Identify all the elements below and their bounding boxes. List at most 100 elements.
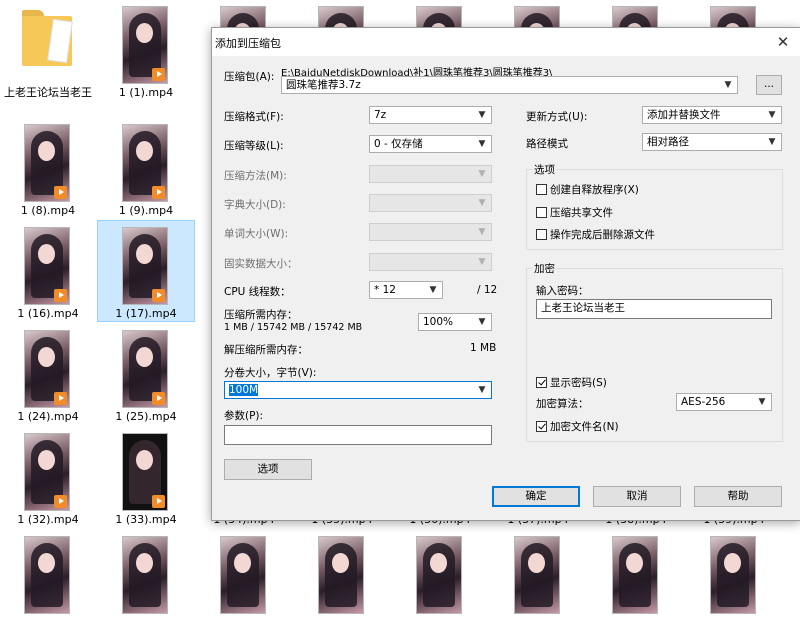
file-item[interactable]	[98, 530, 194, 630]
chevron-down-icon[interactable]: ▼	[722, 77, 734, 93]
chevron-down-icon: ▼	[478, 110, 486, 120]
solid-label: 固实数据大小：	[224, 258, 298, 270]
checkbox-box-checked[interactable]	[536, 421, 547, 432]
chevron-down-icon: ▼	[478, 169, 486, 179]
chevron-down-icon: ▼	[478, 139, 486, 149]
chevron-down-icon[interactable]: ▼	[476, 382, 488, 398]
video-thumbnail	[416, 536, 462, 614]
archive-name-value: 圆珠笔推荐3.7z	[286, 79, 361, 91]
file-item[interactable]: 1 (1).mp4	[98, 0, 194, 100]
pathmode-select[interactable]: 相对路径 ▼	[642, 133, 782, 151]
word-select: ▼	[369, 223, 492, 241]
folder-item[interactable]: 上老王论坛当老王	[0, 0, 96, 100]
checkbox-box[interactable]	[536, 207, 547, 218]
video-thumbnail	[122, 330, 168, 408]
update-label: 更新方式(U):	[526, 111, 588, 123]
level-select[interactable]: 0 - 仅存储 ▼	[369, 135, 492, 153]
format-label: 压缩格式(F):	[224, 111, 284, 123]
file-name: 1 (16).mp4	[17, 307, 79, 320]
chevron-down-icon: ▼	[768, 110, 776, 120]
file-item[interactable]: 1 (33).mp4	[98, 427, 194, 527]
video-thumbnail	[24, 433, 70, 511]
mem-percent-value: 100%	[423, 316, 454, 328]
file-name: 上老王论坛当老王	[4, 86, 92, 99]
ok-button[interactable]: 确定	[492, 486, 580, 507]
method-label: 压缩方法(M):	[224, 170, 287, 182]
update-select[interactable]: 添加并替换文件 ▼	[642, 106, 782, 124]
file-item[interactable]: 1 (32).mp4	[0, 427, 96, 527]
checkbox-box[interactable]	[536, 229, 547, 240]
decomp-value: 1 MB	[470, 342, 497, 354]
word-label: 单词大小(W):	[224, 228, 289, 240]
checkbox-box-checked[interactable]	[536, 377, 547, 388]
show-password-checkbox[interactable]: 显示密码(S)	[536, 375, 607, 390]
chevron-down-icon: ▼	[478, 257, 486, 267]
video-thumbnail	[122, 124, 168, 202]
pathmode-value: 相对路径	[647, 136, 689, 148]
algo-select[interactable]: AES-256 ▼	[676, 393, 772, 411]
create-sfx-checkbox[interactable]: 创建自释放程序(X)	[536, 182, 639, 197]
chevron-down-icon: ▼	[478, 317, 486, 327]
video-thumbnail	[122, 227, 168, 305]
options-group-title: 选项	[532, 162, 557, 177]
chevron-down-icon: ▼	[429, 285, 437, 295]
file-name: 1 (9).mp4	[118, 204, 174, 217]
encryption-group-title: 加密	[532, 261, 557, 276]
file-item[interactable]: 1 (8).mp4	[0, 118, 96, 218]
file-item-selected[interactable]: 1 (17).mp4	[97, 220, 195, 322]
checkbox-label: 显示密码(S)	[550, 377, 607, 389]
cpu-total: / 12	[477, 284, 498, 296]
params-input[interactable]	[224, 425, 492, 445]
chevron-down-icon: ▼	[768, 137, 776, 147]
file-item[interactable]: 1 (24).mp4	[0, 324, 96, 424]
file-item[interactable]: 1 (25).mp4	[98, 324, 194, 424]
options-button[interactable]: 选项	[224, 459, 312, 480]
file-item[interactable]	[196, 530, 292, 630]
file-item[interactable]	[392, 530, 488, 630]
file-item[interactable]: 1 (9).mp4	[98, 118, 194, 218]
dict-label: 字典大小(D):	[224, 199, 286, 211]
checkbox-label: 压缩共享文件	[550, 207, 613, 219]
password-input[interactable]: 上老王论坛当老王	[536, 299, 772, 319]
format-select[interactable]: 7z ▼	[369, 106, 492, 124]
file-name: 1 (25).mp4	[115, 410, 177, 423]
level-value: 0 - 仅存储	[374, 138, 423, 150]
archive-name-combo[interactable]: 圆珠笔推荐3.7z ▼	[281, 76, 738, 94]
close-icon[interactable]: ✕	[772, 31, 794, 53]
dialog-titlebar[interactable]: 添加到压缩包 ✕	[212, 28, 800, 56]
mem-label: 压缩所需内存：	[224, 309, 298, 321]
file-name: 1 (1).mp4	[118, 86, 174, 99]
video-thumbnail	[220, 536, 266, 614]
file-item[interactable]	[294, 530, 390, 630]
checkbox-label: 创建自释放程序(X)	[550, 184, 639, 196]
checkbox-box[interactable]	[536, 184, 547, 195]
file-item[interactable]: 1 (16).mp4	[0, 221, 96, 321]
delete-after-checkbox[interactable]: 操作完成后删除源文件	[536, 227, 655, 242]
browse-button[interactable]: ...	[756, 75, 782, 95]
video-thumbnail	[612, 536, 658, 614]
add-to-archive-dialog: 添加到压缩包 ✕ 压缩包(A): E:\BaiduNetdiskDownload…	[211, 27, 800, 521]
folder-icon	[22, 10, 73, 66]
help-button[interactable]: 帮助	[694, 486, 782, 507]
archive-label: 压缩包(A):	[224, 71, 275, 83]
split-size-combo[interactable]: 100M ▼	[224, 381, 492, 399]
file-name: 1 (17).mp4	[115, 307, 177, 320]
video-thumbnail	[122, 536, 168, 614]
update-value: 添加并替换文件	[647, 109, 721, 121]
dict-select: ▼	[369, 194, 492, 212]
video-thumbnail	[24, 536, 70, 614]
video-thumbnail	[710, 536, 756, 614]
video-thumbnail	[122, 433, 168, 511]
chevron-down-icon: ▼	[478, 198, 486, 208]
cpu-select[interactable]: * 12 ▼	[369, 281, 443, 299]
chevron-down-icon: ▼	[758, 397, 766, 407]
cancel-button[interactable]: 取消	[593, 486, 681, 507]
file-item[interactable]	[490, 530, 586, 630]
file-item[interactable]	[686, 530, 782, 630]
file-item[interactable]	[588, 530, 684, 630]
encrypt-names-checkbox[interactable]: 加密文件名(N)	[536, 419, 619, 434]
shared-files-checkbox[interactable]: 压缩共享文件	[536, 205, 613, 220]
mem-percent-select[interactable]: 100% ▼	[418, 313, 492, 331]
file-item[interactable]	[0, 530, 96, 630]
file-name: 1 (8).mp4	[20, 204, 76, 217]
